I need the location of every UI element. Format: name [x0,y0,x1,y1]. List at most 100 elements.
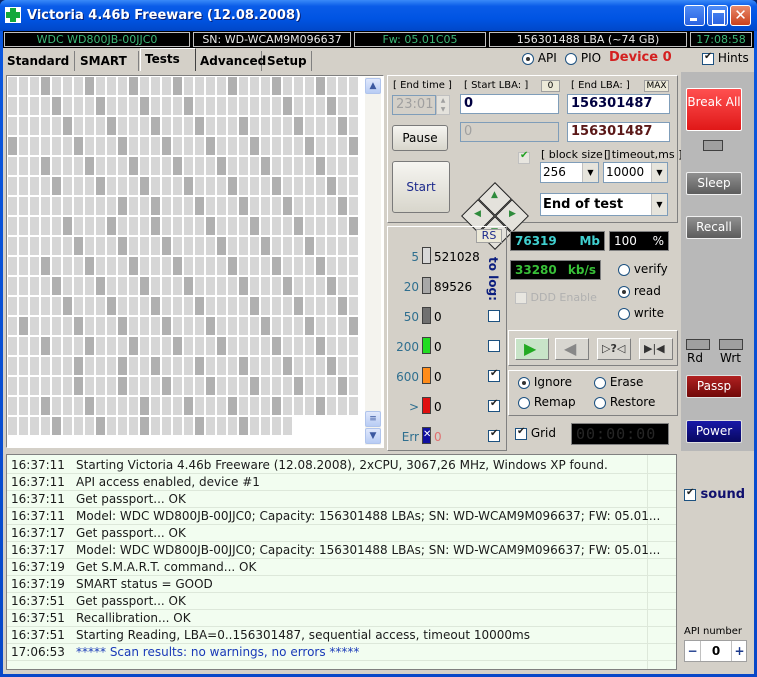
api-number-value[interactable]: 0 [701,641,731,661]
hints-check[interactable] [702,51,714,65]
count-value: 521028 [434,250,480,264]
title-bar[interactable]: Victoria 4.46b Freeware (12.08.2008) ✕ [0,0,757,31]
increment-button[interactable]: + [731,641,747,661]
grid-checkbox[interactable]: Grid [515,426,556,440]
verify-radio[interactable] [618,263,630,276]
block-cell [19,277,28,295]
block-cell [85,297,94,315]
color-swatch: ✕ [422,427,431,444]
threshold-label: 20 [403,280,419,294]
block-cell [184,257,193,275]
log-checkbox[interactable] [488,398,500,412]
maximize-button[interactable] [707,5,728,26]
block-cell [19,97,28,115]
block-cell [228,417,237,435]
block-cell [228,337,237,355]
random-seek-button[interactable]: ▷?◁ [597,338,631,360]
grid-check[interactable] [515,426,527,440]
block-cell [272,277,281,295]
scroll-up-button[interactable]: ▲ [365,78,381,94]
action-erase[interactable]: Erase [594,375,643,389]
tab-setup[interactable]: Setup [263,51,312,71]
pio-radio-button[interactable] [565,52,577,65]
block-cell [63,157,72,175]
block-cell [63,297,72,315]
sleep-button[interactable]: Sleep [686,172,742,195]
start-button[interactable]: Start [392,161,450,213]
block-cell [261,197,270,215]
mode-write[interactable]: write [618,306,664,320]
read-radio[interactable] [618,285,630,298]
sound-check[interactable] [684,487,696,501]
end-lba-max-button[interactable]: MAX [644,80,669,92]
mode-verify[interactable]: verify [618,262,668,276]
log-checkbox[interactable] [488,310,500,322]
reset-stats-button[interactable]: RS [476,229,502,243]
log-checkbox[interactable] [488,340,500,352]
block-cell [140,197,149,215]
start-lba-input[interactable]: 0 [460,94,559,114]
break-all-button[interactable]: Break All [686,88,742,131]
hints-checkbox[interactable]: Hints [702,51,749,65]
block-cell [41,377,50,395]
block-cell [338,217,347,235]
tab-advanced[interactable]: Advanced [196,51,266,71]
recall-button[interactable]: Recall [686,216,742,239]
block-cell [129,177,138,195]
power-button[interactable]: Power [686,420,742,443]
tab-standard[interactable]: Standard [3,51,75,71]
play-forward-button[interactable]: ▶ [515,338,549,360]
mode-read[interactable]: read [618,284,661,298]
arrow-left-icon: ◀ [474,209,481,219]
tab-tests[interactable]: Tests [140,48,196,71]
erase-radio[interactable] [594,376,606,389]
action-restore[interactable]: Restore [594,395,655,409]
restore-radio[interactable] [594,396,606,409]
remap-radio[interactable] [518,396,530,409]
tab-smart[interactable]: SMART [76,51,139,71]
action-ignore[interactable]: Ignore [518,375,572,389]
block-cell [349,217,358,235]
pause-button[interactable]: Pause [392,125,448,151]
end-action-select[interactable]: End of test ▼ [540,193,668,216]
block-cell [118,157,127,175]
end-time-input[interactable]: 23:01 [392,95,436,115]
write-radio[interactable] [618,307,630,320]
scroll-down-button[interactable]: ▼ [365,428,381,444]
decrement-button[interactable]: − [685,641,701,661]
block-cell [206,157,215,175]
block-cell [30,417,39,435]
end-lba-input[interactable]: 156301487 [567,94,670,114]
api-radio-button[interactable] [522,52,534,65]
close-button[interactable]: ✕ [730,5,751,26]
api-number-stepper[interactable]: − 0 + [684,640,747,662]
minimize-button[interactable] [684,5,705,26]
end-time-spinner[interactable]: ▲ ▼ [436,95,450,115]
api-radio[interactable]: API [522,51,557,65]
block-cell [107,397,116,415]
action-remap[interactable]: Remap [518,395,576,409]
log-checkbox[interactable] [488,368,500,382]
block-cell [8,397,17,415]
play-backward-button[interactable]: ◀ [555,338,589,360]
sound-checkbox[interactable]: sound [684,487,745,502]
wrt-label: Wrt [720,351,741,365]
block-cell [261,257,270,275]
block-cell [184,157,193,175]
block-cell [305,117,314,135]
block-size-select[interactable]: 256 ▼ [540,162,599,183]
pio-radio[interactable]: PIO [565,51,601,65]
block-cell [151,297,160,315]
block-cell [85,397,94,415]
start-lba-reset-button[interactable]: 0 [541,80,560,92]
grid-scrollbar[interactable]: ▲ ≡ ▼ [365,77,381,445]
ignore-radio[interactable] [518,376,530,389]
timeout-select[interactable]: 10000 ▼ [603,162,668,183]
scroll-thumb[interactable]: ≡ [365,411,381,427]
block-cell [19,257,28,275]
megabytes-value: 76319 [515,234,557,248]
passport-button[interactable]: Passp [686,375,742,398]
butterfly-button[interactable]: ▶|◀ [639,338,673,360]
block-cell [217,197,226,215]
log-checkbox[interactable] [488,428,500,442]
